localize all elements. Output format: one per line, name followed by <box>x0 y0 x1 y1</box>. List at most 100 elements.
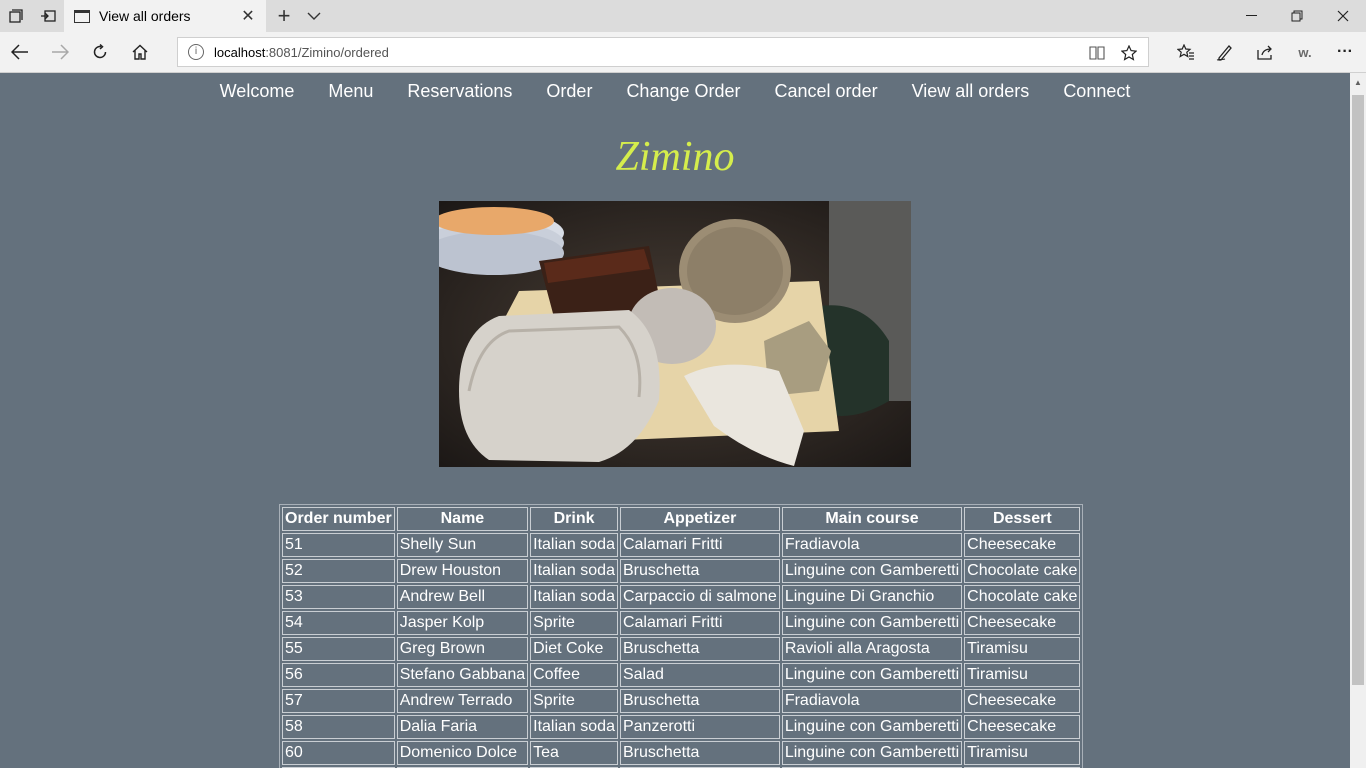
nav-reservations[interactable]: Reservations <box>407 81 512 102</box>
star-icon[interactable] <box>1118 42 1140 64</box>
nav-change-order[interactable]: Change Order <box>626 81 740 102</box>
cell-main-course: Ravioli alla Aragosta <box>781 637 963 661</box>
table-row: 54 Jasper Kolp Sprite Calamari Fritti Lingui… <box>282 611 1081 635</box>
cell-drink: Italian soda <box>530 585 618 609</box>
cell-dessert: Cheesecake <box>964 689 1081 713</box>
cell-appetizer: Panzerotti <box>619 715 780 739</box>
cell-appetizer: Calamari Fritti <box>619 533 780 557</box>
cell-order-number: 51 <box>282 533 395 557</box>
scroll-up-icon[interactable]: ▲ <box>1350 73 1366 91</box>
site-nav: Welcome Menu Reservations Order Change O… <box>0 81 1350 102</box>
nav-connect[interactable]: Connect <box>1063 81 1130 102</box>
col-appetizer: Appetizer <box>619 507 780 531</box>
cell-main-course: Linguine con Gamberetti <box>781 715 963 739</box>
share-icon[interactable] <box>1249 36 1281 68</box>
favorites-list-icon[interactable] <box>1170 36 1202 68</box>
forward-arrow-icon[interactable] <box>44 36 76 68</box>
cell-name: Drew Houston <box>396 559 529 583</box>
cell-dessert: Cheesecake <box>964 611 1081 635</box>
restore-icon[interactable] <box>1274 0 1320 32</box>
cell-appetizer: Salad <box>619 663 780 687</box>
cell-name: Greg Brown <box>396 637 529 661</box>
url-path: :8081/Zimino/ordered <box>265 44 389 60</box>
cell-dessert: Chocolate cake <box>964 585 1081 609</box>
cell-dessert: Tiramisu <box>964 663 1081 687</box>
page-scrollbar[interactable]: ▲ <box>1350 73 1366 768</box>
extension-w-icon[interactable]: w. <box>1289 36 1321 68</box>
cell-drink: Sprite <box>530 611 618 635</box>
nav-welcome[interactable]: Welcome <box>220 81 295 102</box>
table-row: 51 Shelly Sun Italian soda Calamari Fritti F… <box>282 533 1081 557</box>
tab-active[interactable]: View all orders ✕ <box>64 0 266 32</box>
url-host: localhost <box>214 44 266 60</box>
cell-main-course: Linguine con Gamberetti <box>781 559 963 583</box>
table-row: 58 Dalia Faria Italian soda Panzerotti Lingu… <box>282 715 1081 739</box>
col-name: Name <box>396 507 529 531</box>
tab-title: View all orders <box>99 8 191 24</box>
nav-order[interactable]: Order <box>546 81 592 102</box>
table-row: 52 Drew Houston Italian soda Bruschetta Ling… <box>282 559 1081 583</box>
table-row: 55 Greg Brown Diet Coke Bruschetta Ravioli a… <box>282 637 1081 661</box>
cell-drink: Italian soda <box>530 715 618 739</box>
nav-menu[interactable]: Menu <box>328 81 373 102</box>
cell-order-number: 58 <box>282 715 395 739</box>
cell-appetizer: Carpaccio di salmone <box>619 585 780 609</box>
address-bar[interactable]: i localhost:8081/Zimino/ordered <box>177 37 1149 67</box>
back-arrow-icon[interactable] <box>4 36 36 68</box>
cell-appetizer: Bruschetta <box>619 741 780 765</box>
pen-icon[interactable] <box>1209 36 1241 68</box>
cell-name: Jasper Kolp <box>396 611 529 635</box>
cell-name: Andrew Bell <box>396 585 529 609</box>
more-icon[interactable]: ··· <box>1329 36 1361 68</box>
cell-order-number: 54 <box>282 611 395 635</box>
set-aside-tabs-icon[interactable] <box>32 0 64 32</box>
cell-drink: Coffee <box>530 663 618 687</box>
col-dessert: Dessert <box>964 507 1081 531</box>
nav-cancel-order[interactable]: Cancel order <box>775 81 878 102</box>
cell-drink: Italian soda <box>530 559 618 583</box>
cell-appetizer: Bruschetta <box>619 689 780 713</box>
cell-name: Stefano Gabbana <box>396 663 529 687</box>
chevron-down-icon[interactable] <box>302 0 326 32</box>
brand-title: Zimino <box>615 134 735 180</box>
cell-appetizer: Calamari Fritti <box>619 611 780 635</box>
url-text: localhost:8081/Zimino/ordered <box>214 45 389 60</box>
cell-drink: Sprite <box>530 689 618 713</box>
table-header-row: Order number Name Drink Appetizer Main c… <box>282 507 1081 531</box>
site-info-icon[interactable]: i <box>188 44 204 60</box>
close-icon[interactable]: ✕ <box>238 6 258 26</box>
cell-order-number: 60 <box>282 741 395 765</box>
close-window-icon[interactable] <box>1320 0 1366 32</box>
browser-tab-bar: View all orders ✕ + <box>0 0 1366 32</box>
col-order-number: Order number <box>282 507 395 531</box>
col-main-course: Main course <box>781 507 963 531</box>
cell-dessert: Chocolate cake <box>964 559 1081 583</box>
cell-name: Shelly Sun <box>396 533 529 557</box>
cell-order-number: 53 <box>282 585 395 609</box>
table-row: 57 Andrew Terrado Sprite Bruschetta Fradiavo… <box>282 689 1081 713</box>
cell-main-course: Fradiavola <box>781 533 963 557</box>
col-drink: Drink <box>530 507 618 531</box>
refresh-icon[interactable] <box>84 36 116 68</box>
cell-dessert: Tiramisu <box>964 637 1081 661</box>
table-row: 56 Stefano Gabbana Coffee Salad Linguine con… <box>282 663 1081 687</box>
new-tab-icon[interactable]: + <box>270 0 298 32</box>
page-icon <box>74 9 90 23</box>
cell-order-number: 55 <box>282 637 395 661</box>
nav-view-all-orders[interactable]: View all orders <box>912 81 1030 102</box>
cell-drink: Italian soda <box>530 533 618 557</box>
cell-dessert: Cheesecake <box>964 715 1081 739</box>
minimize-icon[interactable] <box>1228 0 1274 32</box>
cell-name: Domenico Dolce <box>396 741 529 765</box>
table-row: 53 Andrew Bell Italian soda Carpaccio di sa… <box>282 585 1081 609</box>
home-icon[interactable] <box>124 36 156 68</box>
scrollbar-thumb[interactable] <box>1352 95 1364 685</box>
tab-manager-icon[interactable] <box>0 0 32 32</box>
reading-view-icon[interactable] <box>1086 42 1108 64</box>
cell-drink: Tea <box>530 741 618 765</box>
cell-dessert: Cheesecake <box>964 533 1081 557</box>
hero-image <box>439 201 911 467</box>
browser-toolbar: i localhost:8081/Zimino/ordered w. ··· <box>0 32 1366 73</box>
cell-main-course: Linguine Di Granchio <box>781 585 963 609</box>
cell-order-number: 57 <box>282 689 395 713</box>
